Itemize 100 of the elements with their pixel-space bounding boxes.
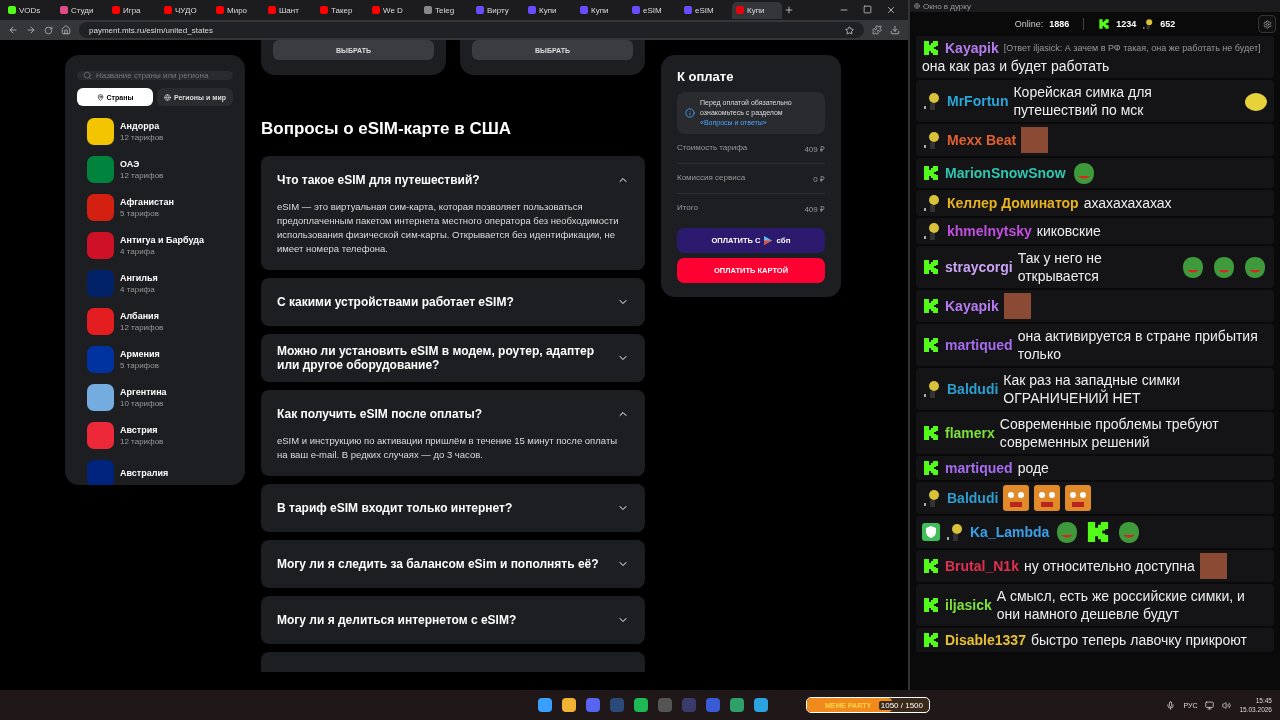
back-icon[interactable]	[8, 25, 18, 35]
new-tab-icon[interactable]	[784, 5, 794, 15]
country-name[interactable]: Андорра	[120, 120, 164, 131]
chat-username[interactable]: khmelnytsky	[947, 222, 1032, 240]
tab-favicon-icon	[476, 6, 484, 14]
tariff-count: 12 тарифов	[120, 436, 164, 446]
tab-favicon-icon	[372, 6, 380, 14]
taskbar-app-icon[interactable]	[562, 698, 576, 712]
forward-icon[interactable]	[26, 25, 36, 35]
download-icon[interactable]	[890, 25, 900, 35]
browser-tab[interactable]: Шант	[264, 1, 314, 19]
message-text: Корейская симка для путешествий по мск	[1013, 83, 1153, 119]
section-heading: Вопросы о eSIM-карте в США	[261, 119, 513, 139]
price-value: 409 ₽	[804, 144, 825, 154]
frog-emote-icon	[1242, 255, 1268, 279]
tariff-count: 4 тарифа	[120, 284, 156, 294]
browser-tab[interactable]: We D	[368, 1, 418, 19]
browser-tab[interactable]: Игра	[108, 1, 158, 19]
kick-viewer-count: 1234	[1116, 19, 1137, 29]
chat-username[interactable]: straycorgi	[945, 258, 1013, 276]
taskbar-app-icon[interactable]	[730, 698, 744, 712]
kick-logo-icon	[922, 557, 940, 575]
country-name[interactable]: Албания	[120, 310, 164, 321]
country-name[interactable]: Армения	[120, 348, 160, 359]
chat-username[interactable]: Baldudi	[947, 380, 999, 398]
tariff-count: 5 тарифов	[120, 360, 160, 370]
faq-question[interactable]: Могу ли я следить за балансом eSim и пополнять её?	[277, 540, 629, 588]
country-name[interactable]: ОАЭ	[120, 158, 164, 169]
chat-username[interactable]: flamerx	[945, 424, 995, 442]
reload-icon[interactable]	[44, 25, 53, 35]
close-icon[interactable]	[886, 5, 896, 15]
bookmark-star-icon[interactable]	[845, 25, 854, 35]
kick-logo-icon	[922, 258, 940, 276]
message-text: ахахахахахах	[1083, 194, 1172, 212]
chat-username[interactable]: Mexx Beat	[947, 131, 1017, 149]
sbp-logo-icon	[764, 236, 773, 245]
tab-favicon-icon	[580, 6, 588, 14]
settings-button[interactable]	[1258, 15, 1276, 33]
tab-favicon-icon	[320, 6, 328, 14]
chat-username[interactable]: MrFortun	[947, 92, 1009, 110]
settings-icon	[1262, 19, 1272, 29]
tariff-count: 12 тарифов	[120, 170, 164, 180]
faq-question[interactable]: В тариф eSIM входит только интернет?	[277, 484, 629, 532]
country-name[interactable]: Афганистан	[120, 196, 174, 207]
browser-tab[interactable]: eSIM	[628, 1, 678, 19]
volume-icon[interactable]	[1222, 700, 1232, 710]
chat-username[interactable]: Ka_Lambda	[970, 523, 1050, 541]
message-text: быстро теперь лавочку прикроют	[1030, 631, 1247, 649]
taskbar-app-icon[interactable]	[754, 698, 768, 712]
chat-username[interactable]: Brutal_N1k	[945, 557, 1019, 575]
browser-tab[interactable]: eSIM	[680, 1, 730, 19]
network-icon[interactable]	[1205, 700, 1215, 710]
chat-username[interactable]: martiqued	[945, 459, 1013, 477]
tariff-count: 4 тарифа	[120, 246, 156, 256]
taskbar-app-icon[interactable]	[538, 698, 552, 712]
extensions-icon[interactable]	[872, 25, 882, 35]
browser-tab[interactable]: Teleg	[420, 1, 470, 19]
faq-question[interactable]: С какими устройствами работает eSIM?	[277, 278, 629, 326]
browser-tab[interactable]: ЧУДО	[160, 1, 210, 19]
browser-tab[interactable]: VODs	[4, 1, 54, 19]
country-name[interactable]: Австралия	[120, 468, 169, 478]
chat-username[interactable]: Baldudi	[947, 489, 999, 507]
browser-tab[interactable]: Вирту	[472, 1, 522, 19]
browser-tab[interactable]: Такер	[316, 1, 366, 19]
taskbar-app-icon[interactable]	[634, 698, 648, 712]
maximize-icon[interactable]	[863, 5, 872, 14]
chat-username[interactable]: Kayapik	[945, 297, 999, 315]
chat-username[interactable]: Kayapik	[945, 39, 999, 57]
faq-question[interactable]: Могу ли я делиться интернетом с eSIM?	[277, 596, 629, 644]
bot-badge-icon	[945, 522, 965, 542]
browser-tab[interactable]: Студи	[56, 1, 106, 19]
chat-username[interactable]: MarionSnowSnow	[945, 164, 1066, 182]
pin-icon	[96, 93, 104, 101]
message-text: ну относительно доступна	[1023, 557, 1195, 575]
country-name[interactable]: Ангилья	[120, 272, 158, 283]
faq-question[interactable]: Можно ли установить eSIM в модем, роутер, адаптер или другое оборудование?	[277, 334, 629, 382]
browser-tab[interactable]: Купи	[524, 1, 574, 19]
taskbar-app-icon[interactable]	[706, 698, 720, 712]
browser-tab[interactable]: Купи	[732, 1, 782, 19]
tab-favicon-icon	[268, 6, 276, 14]
country-name[interactable]: Антигуа и Барбуда	[120, 234, 204, 245]
country-name[interactable]: Австрия	[120, 424, 164, 435]
chat-username[interactable]: Disable1337	[945, 631, 1026, 649]
browser-tab[interactable]: Миро	[212, 1, 262, 19]
message-text: Современные проблемы требуют современных решений	[999, 415, 1220, 451]
online-count: 1886	[1049, 19, 1070, 29]
microphone-icon[interactable]	[1166, 700, 1176, 710]
browser-tab[interactable]: Купи	[576, 1, 626, 19]
chat-username[interactable]: iljasick	[945, 596, 992, 614]
tariff-count: 10 тарифов	[120, 398, 165, 408]
bot-badge-icon	[922, 488, 942, 508]
taskbar-app-icon[interactable]	[586, 698, 600, 712]
home-icon[interactable]	[61, 25, 71, 35]
address-bar[interactable]: payment.mts.ru/esim/united_states	[79, 22, 864, 38]
chat-username[interactable]: martiqued	[945, 336, 1013, 354]
payment-title: К оплате	[677, 69, 735, 84]
chat-username[interactable]: Келлер Доминатор	[947, 194, 1079, 212]
country-name[interactable]: Аргентина	[120, 386, 167, 397]
tiger-emote-icon	[1003, 485, 1030, 511]
tariff-count: 12 тарифов	[120, 132, 164, 142]
